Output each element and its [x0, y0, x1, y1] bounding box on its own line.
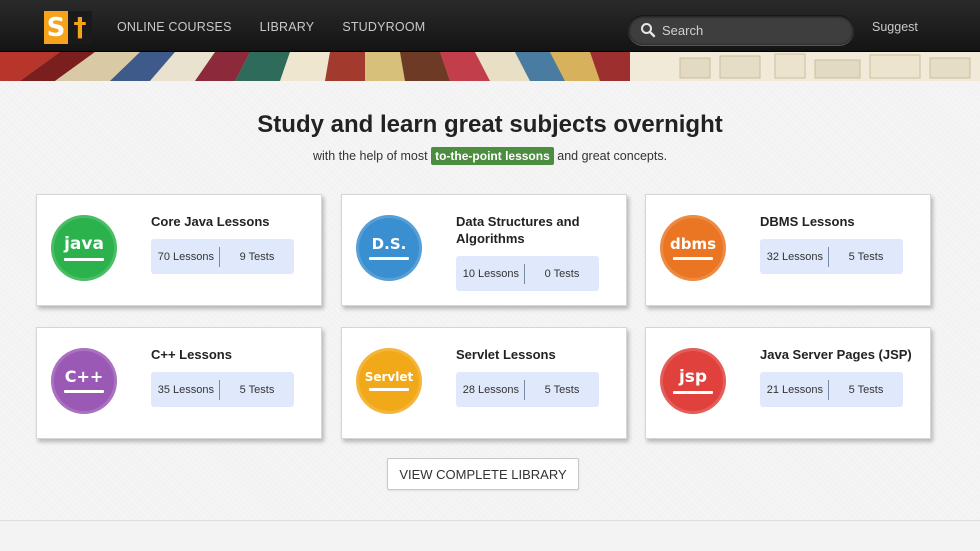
course-title[interactable]: C++ Lessons: [151, 346, 316, 363]
lessons-count: 35 Lessons: [157, 383, 214, 396]
dbms-badge-icon: dbms: [660, 215, 726, 281]
search-box[interactable]: [628, 15, 854, 45]
badge-text: D.S.: [371, 234, 407, 253]
lessons-count: 32 Lessons: [766, 250, 823, 263]
course-stats: 28 Lessons 5 Tests: [456, 372, 599, 407]
course-card-servlet[interactable]: Servlet Servlet Lessons 28 Lessons 5 Tes…: [341, 327, 627, 439]
jsp-badge-icon: jsp: [660, 348, 726, 414]
lessons-count: 70 Lessons: [157, 250, 214, 263]
badge-text: java: [64, 233, 104, 254]
top-navbar: S † ONLINE COURSES LIBRARY STUDYROOM Sug…: [0, 0, 980, 52]
tests-count: 5 Tests: [848, 250, 884, 263]
badge-underline: [673, 256, 713, 260]
course-stats: 70 Lessons 9 Tests: [151, 239, 294, 274]
books-banner: [0, 52, 980, 81]
course-stats: 21 Lessons 5 Tests: [760, 372, 903, 407]
badge-text: Servlet: [364, 370, 414, 384]
course-title[interactable]: Data Structures and Algorithms: [456, 213, 621, 247]
badge-text: C++: [64, 367, 104, 386]
view-complete-library-button[interactable]: VIEW COMPLETE LIBRARY: [387, 458, 579, 490]
site-logo[interactable]: S †: [44, 11, 92, 44]
search-input[interactable]: [662, 22, 842, 38]
subline-after: and great concepts.: [557, 149, 668, 163]
tests-count: 5 Tests: [239, 383, 275, 396]
servlet-badge-icon: Servlet: [356, 348, 422, 414]
logo-letter-s: S: [44, 11, 68, 44]
tests-count: 5 Tests: [848, 383, 884, 396]
page-subheadline: with the help of most to-the-point lesso…: [0, 147, 980, 165]
course-card-cpp[interactable]: C++ C++ Lessons 35 Lessons 5 Tests: [36, 327, 322, 439]
badge-underline: [673, 390, 713, 394]
tests-count: 5 Tests: [544, 383, 580, 396]
cpp-badge-icon: C++: [51, 348, 117, 414]
search-icon: [641, 23, 656, 38]
page-headline: Study and learn great subjects overnight: [257, 111, 723, 138]
course-card-data-structures[interactable]: D.S. Data Structures and Algorithms 10 L…: [341, 194, 627, 306]
course-card-dbms[interactable]: dbms DBMS Lessons 32 Lessons 5 Tests: [645, 194, 931, 306]
course-title[interactable]: Servlet Lessons: [456, 346, 621, 363]
badge-underline: [64, 390, 104, 393]
subline-highlight: to-the-point lessons: [431, 147, 554, 165]
course-card-core-java[interactable]: java Core Java Lessons 70 Lessons 9 Test…: [36, 194, 322, 306]
course-title[interactable]: DBMS Lessons: [760, 213, 925, 230]
lessons-count: 10 Lessons: [462, 267, 519, 280]
course-title[interactable]: Core Java Lessons: [151, 213, 316, 230]
tests-count: 0 Tests: [544, 267, 580, 280]
nav-studyroom[interactable]: STUDYROOM: [342, 20, 425, 34]
course-stats: 32 Lessons 5 Tests: [760, 239, 903, 274]
badge-underline: [369, 256, 409, 260]
nav-library[interactable]: LIBRARY: [260, 20, 315, 34]
main-content: Study and learn great subjects overnight…: [0, 81, 980, 521]
logo-cross: †: [68, 11, 92, 44]
nav-online-courses[interactable]: ONLINE COURSES: [117, 20, 232, 34]
course-stats: 35 Lessons 5 Tests: [151, 372, 294, 407]
course-stats: 10 Lessons 0 Tests: [456, 256, 599, 291]
lessons-count: 28 Lessons: [462, 383, 519, 396]
course-card-jsp[interactable]: jsp Java Server Pages (JSP) 21 Lessons 5…: [645, 327, 931, 439]
nav-links: ONLINE COURSES LIBRARY STUDYROOM: [117, 20, 453, 34]
tests-count: 9 Tests: [239, 250, 275, 263]
suggest-link[interactable]: Suggest: [872, 20, 918, 34]
ds-badge-icon: D.S.: [356, 215, 422, 281]
java-badge-icon: java: [51, 215, 117, 281]
lessons-count: 21 Lessons: [766, 383, 823, 396]
course-title[interactable]: Java Server Pages (JSP): [760, 346, 925, 363]
badge-underline: [64, 257, 104, 261]
badge-text: jsp: [678, 366, 708, 387]
badge-underline: [369, 388, 409, 391]
subline-before: with the help of most: [312, 149, 428, 163]
badge-text: dbms: [669, 234, 717, 253]
